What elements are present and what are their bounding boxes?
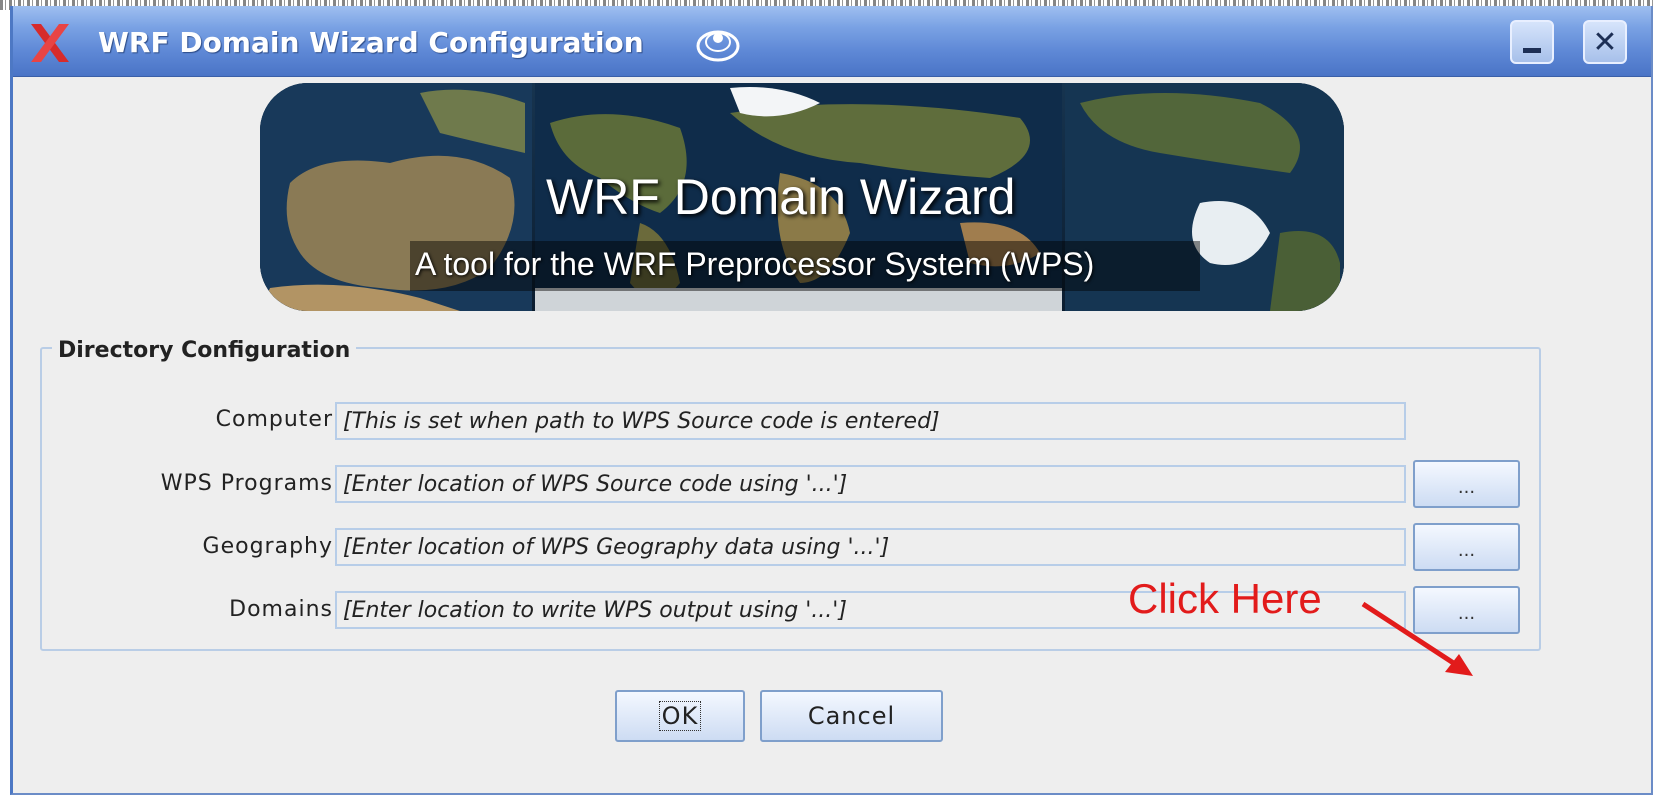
title-bar[interactable]: WRF Domain Wizard Configuration ✕ [13,6,1651,77]
ok-button[interactable]: OK [615,690,745,742]
red-arrow-icon [1361,601,1473,676]
close-icon: ✕ [1592,24,1618,60]
banner-subtitle: A tool for the WRF Preprocessor System (… [415,246,1095,282]
cancel-button[interactable]: Cancel [760,690,943,742]
close-button[interactable]: ✕ [1583,20,1627,64]
geography-field[interactable]: [Enter location of WPS Geography data us… [335,528,1406,566]
minimize-icon [1523,47,1541,53]
window-title: WRF Domain Wizard Configuration [98,26,644,59]
wps-programs-field[interactable]: [Enter location of WPS Source code using… [335,465,1406,503]
computer-label: Computer [215,407,333,432]
click-here-annotation: Click Here [1128,575,1322,622]
x-logo-icon [31,24,69,62]
wps-programs-browse-button[interactable]: ... [1413,460,1520,508]
computer-field[interactable]: [This is set when path to WPS Source cod… [335,402,1406,440]
domains-label: Domains [229,597,333,622]
group-legend: Directory Configuration [52,338,357,363]
banner-title: WRF Domain Wizard [546,169,1016,225]
swirl-icon [696,30,740,62]
minimize-button[interactable] [1510,20,1554,64]
wps-programs-label: WPS Programs [160,471,333,496]
geography-browse-button[interactable]: ... [1413,523,1520,571]
ok-button-label: OK [658,701,702,731]
banner-image: WRF Domain Wizard A tool for the WRF Pre… [260,83,1344,311]
geography-label: Geography [202,534,333,559]
